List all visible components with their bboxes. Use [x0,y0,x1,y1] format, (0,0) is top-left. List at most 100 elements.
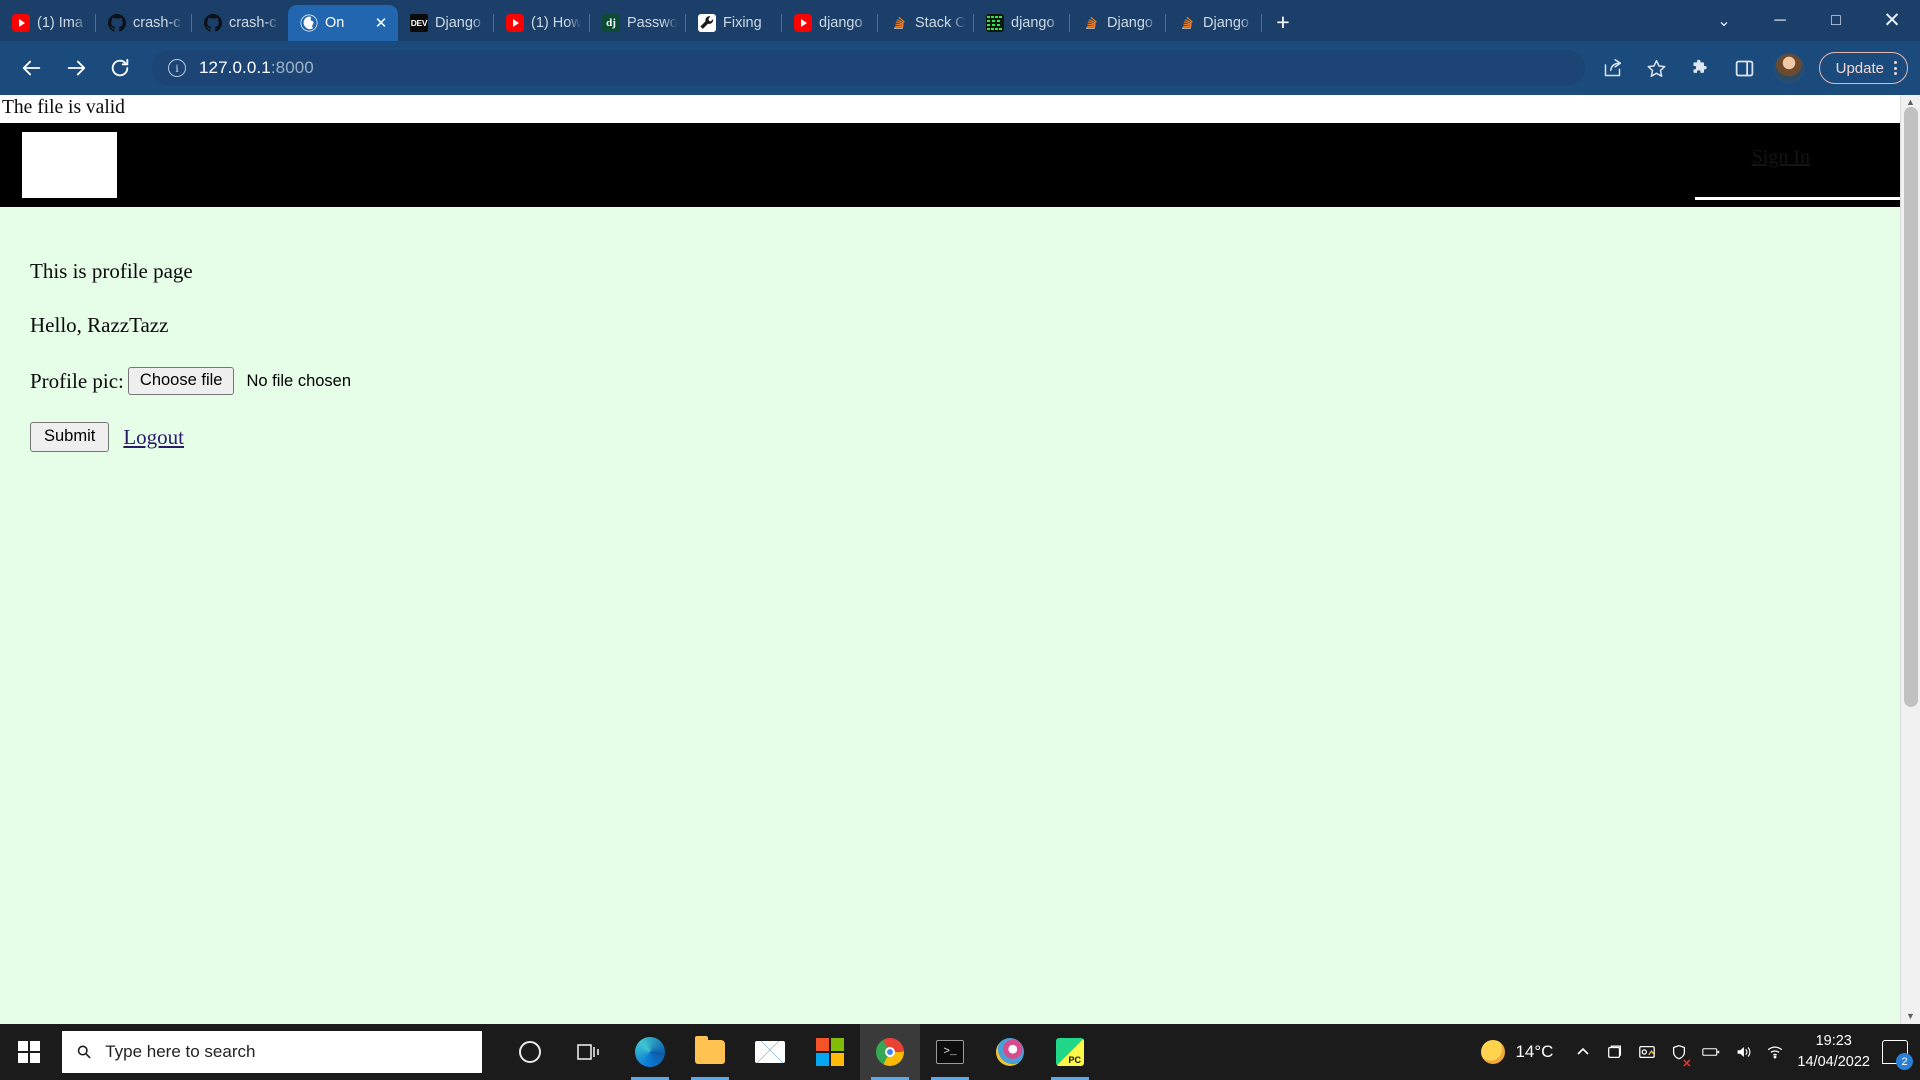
browser-toolbar: i 127.0.0.1:8000 Update [0,41,1920,95]
page-content: This is profile page Hello, RazzTazz Pro… [0,207,1900,453]
screenshot-tool-icon[interactable] [1631,1024,1663,1080]
flash-message: The file is valid [0,95,1900,123]
taskbar-app-cortana[interactable] [500,1024,560,1080]
browser-tab-4[interactable]: DEV Django [398,5,494,41]
taskbar-app-task-view[interactable] [560,1024,620,1080]
taskbar-app-terminal[interactable]: >_ [920,1024,980,1080]
taskbar-app-paint[interactable] [980,1024,1040,1080]
new-tab-button[interactable]: + [1266,5,1300,39]
chrome-menu-icon[interactable] [1894,61,1897,75]
browser-tab-11[interactable]: Django [1070,5,1166,41]
extensions-puzzle-icon[interactable] [1681,48,1721,88]
bookmark-star-icon[interactable] [1637,48,1677,88]
terminal-icon: >_ [936,1040,964,1064]
browser-tab-1[interactable]: crash-c [96,5,192,41]
antivirus-shield-icon[interactable]: ✕ [1663,1024,1695,1080]
browser-tab-9[interactable]: Stack O [878,5,974,41]
profile-pic-label: Profile pic: [30,368,124,393]
tab-title: django [819,15,863,31]
scrollbar-thumb[interactable] [1904,107,1918,707]
choose-file-button[interactable]: Choose file [127,367,235,396]
browser-tab-12[interactable]: Django [1166,5,1262,41]
notification-center-icon[interactable]: 2 [1882,1040,1913,1070]
back-icon[interactable] [12,48,52,88]
tab-list: (1) Ima crash-c crash-c On ✕ DEV Django [0,0,1300,41]
search-placeholder: Type here to search [105,1042,256,1061]
page-scrollbar[interactable]: ▲ ▼ [1900,95,1920,1024]
show-hidden-icons-chevron-icon[interactable] [1567,1024,1599,1080]
update-button[interactable]: Update [1818,52,1908,84]
browser-tab-8[interactable]: django [782,5,878,41]
clock-time: 19:23 [1815,1032,1852,1049]
avatar[interactable] [1773,53,1804,83]
tab-title: Passwo [627,15,678,31]
chevron-down-icon[interactable]: ⌄ [1696,0,1752,41]
scroll-up-icon[interactable]: ▲ [1906,98,1915,107]
devto-icon: DEV [410,14,428,32]
taskbar-app-store[interactable] [800,1024,860,1080]
file-status-text: No file chosen [246,371,352,390]
scrollbar-track[interactable] [1901,107,1920,1012]
taskbar-apps: >_ [500,1024,1100,1080]
taskbar-app-mail[interactable] [740,1024,800,1080]
page-title: This is profile page [30,258,193,283]
taskbar-app-edge[interactable] [620,1024,680,1080]
tab-title: (1) How [531,15,582,31]
wifi-icon[interactable] [1759,1024,1791,1080]
greeting-text: Hello, RazzTazz [30,312,169,337]
browser-tab-5[interactable]: (1) How [494,5,590,41]
web-page: The file is valid Sign In This is profil… [0,95,1900,1024]
browser-tab-6[interactable]: dj Passwo [590,5,686,41]
tab-title: crash-c [229,15,277,31]
github-icon [108,14,126,32]
window-controls: ⌄ ─ □ ✕ [1696,0,1920,41]
collections-sidebar-icon[interactable] [1725,48,1765,88]
address-bar[interactable]: i 127.0.0.1:8000 [152,50,1585,86]
weather-temperature: 14°C [1515,1042,1554,1061]
url-host: 127.0.0.1 [199,58,271,77]
close-window-button[interactable]: ✕ [1864,0,1920,41]
browser-tab-strip: (1) Ima crash-c crash-c On ✕ DEV Django [0,0,1920,41]
close-icon[interactable]: ✕ [372,14,390,32]
maximize-button[interactable]: □ [1808,0,1864,41]
onedrive-icon[interactable] [1599,1024,1631,1080]
search-icon: ⚲ [72,1039,96,1064]
taskbar-app-chrome[interactable] [860,1024,920,1080]
url-text: 127.0.0.1:8000 [199,58,314,78]
browser-tab-3-active[interactable]: On ✕ [288,5,398,41]
stackoverflow-icon [890,14,908,32]
youtube-icon [12,14,30,32]
browser-tab-10[interactable]: django [974,5,1070,41]
start-button[interactable] [0,1024,58,1080]
submit-button[interactable]: Submit [30,422,110,453]
update-label: Update [1835,59,1884,77]
share-icon[interactable] [1593,48,1633,88]
browser-tab-2[interactable]: crash-c [192,5,288,41]
taskbar-clock[interactable]: 19:23 14/04/2022 [1791,1031,1880,1073]
error-badge-icon: ✕ [1682,1058,1692,1070]
browser-tab-7[interactable]: Fixing [686,5,782,41]
site-info-icon[interactable]: i [168,59,186,77]
logout-link[interactable]: Logout [123,425,184,450]
system-tray: 14°C ✕ 19:23 14/04/2022 2 [1475,1024,1920,1080]
taskbar-app-file-explorer[interactable] [680,1024,740,1080]
tab-title: On [325,15,345,31]
microsoft-store-icon [816,1038,844,1066]
sign-in-link[interactable]: Sign In [1752,146,1810,169]
minimize-button[interactable]: ─ [1752,0,1808,41]
reload-icon[interactable] [100,48,140,88]
form-actions: Submit Logout [30,422,1900,453]
windows-logo-icon [18,1041,40,1063]
weather-widget[interactable]: 14°C [1475,1040,1567,1064]
volume-icon[interactable] [1727,1024,1759,1080]
chrome-icon [876,1038,904,1066]
scroll-down-icon[interactable]: ▼ [1906,1012,1915,1021]
site-logo [22,131,117,198]
taskbar-search-box[interactable]: ⚲ Type here to search [62,1031,482,1073]
matrix-icon [986,14,1004,32]
battery-icon[interactable] [1695,1024,1727,1080]
forward-icon[interactable] [56,48,96,88]
browser-tab-0[interactable]: (1) Ima [0,5,96,41]
task-view-icon [577,1042,603,1062]
taskbar-app-pycharm[interactable] [1040,1024,1100,1080]
